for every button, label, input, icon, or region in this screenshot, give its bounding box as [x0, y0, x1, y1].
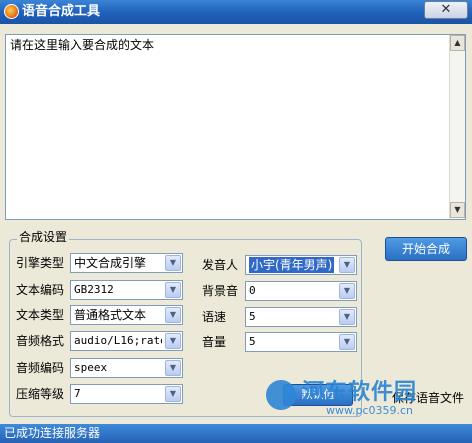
chevron-down-icon[interactable]: ▼ — [339, 309, 355, 325]
synthesis-text-input[interactable]: 请在这里输入要合成的文本 — [5, 34, 466, 220]
text-encoding-value: GB2312 — [74, 283, 114, 296]
audio-format-value: audio/L16;rate=16000 — [74, 334, 162, 347]
audio-codec-value: speex — [74, 361, 108, 374]
background-sound-value: 0 — [249, 284, 256, 297]
chevron-down-icon[interactable]: ▼ — [165, 386, 181, 402]
audio-format-select[interactable]: audio/L16;rate=16000 ▼ — [70, 331, 183, 351]
chevron-down-icon[interactable]: ▼ — [165, 333, 181, 349]
volume-value: 5 — [249, 335, 256, 348]
speed-label: 语速 — [202, 310, 227, 324]
compress-level-label: 压缩等级 — [16, 387, 65, 401]
background-sound-select[interactable]: 0 ▼ — [245, 281, 357, 301]
chevron-down-icon[interactable]: ▼ — [339, 283, 355, 299]
chevron-down-icon[interactable]: ▼ — [165, 307, 181, 323]
chevron-down-icon[interactable]: ▼ — [165, 255, 181, 271]
text-type-select[interactable]: 普通格式文本 ▼ — [70, 305, 183, 325]
chevron-down-icon[interactable]: ▼ — [165, 282, 181, 298]
volume-label: 音量 — [202, 335, 227, 349]
window-title: 语音合成工具 — [22, 4, 101, 19]
engine-type-value: 中文合成引擎 — [74, 256, 147, 270]
text-type-label: 文本类型 — [16, 308, 65, 322]
speaker-select[interactable]: 小宇(青年男声) ▼ — [245, 255, 357, 275]
status-text: 已成功连接服务器 — [4, 426, 101, 440]
title-bar: 语音合成工具 ✕ — [0, 0, 472, 24]
text-type-value: 普通格式文本 — [74, 308, 147, 322]
engine-type-select[interactable]: 中文合成引擎 ▼ — [70, 253, 183, 273]
speed-value: 5 — [249, 310, 256, 323]
volume-select[interactable]: 5 ▼ — [245, 332, 357, 352]
speaker-value: 小宇(青年男声) — [249, 257, 334, 273]
close-icon: ✕ — [440, 2, 452, 17]
engine-type-label: 引擎类型 — [16, 256, 65, 270]
scroll-down-icon[interactable]: ▼ — [450, 202, 465, 218]
text-scrollbar[interactable]: ▲ ▼ — [449, 35, 465, 219]
settings-group-title: 合成设置 — [17, 230, 70, 245]
speaker-label: 发音人 — [202, 258, 239, 272]
audio-codec-select[interactable]: speex ▼ — [70, 358, 183, 378]
audio-format-label: 音频格式 — [16, 334, 65, 348]
scroll-up-icon[interactable]: ▲ — [450, 35, 465, 51]
audio-codec-label: 音频编码 — [16, 361, 65, 375]
background-sound-label: 背景音 — [202, 284, 239, 298]
text-encoding-label: 文本编码 — [16, 283, 65, 297]
default-button[interactable]: 默认值 — [283, 384, 353, 406]
app-icon — [4, 4, 19, 19]
chevron-down-icon[interactable]: ▼ — [165, 360, 181, 376]
compress-level-value: 7 — [74, 387, 81, 400]
save-audio-file-link[interactable]: 保存语音文件 — [392, 390, 464, 406]
text-encoding-select[interactable]: GB2312 ▼ — [70, 280, 183, 300]
chevron-down-icon[interactable]: ▼ — [339, 334, 355, 350]
start-synthesis-button[interactable]: 开始合成 — [385, 237, 467, 261]
speed-select[interactable]: 5 ▼ — [245, 307, 357, 327]
compress-level-select[interactable]: 7 ▼ — [70, 384, 183, 404]
status-bar: 已成功连接服务器 — [0, 424, 472, 443]
chevron-down-icon[interactable]: ▼ — [339, 257, 355, 273]
close-button[interactable]: ✕ — [424, 1, 468, 19]
